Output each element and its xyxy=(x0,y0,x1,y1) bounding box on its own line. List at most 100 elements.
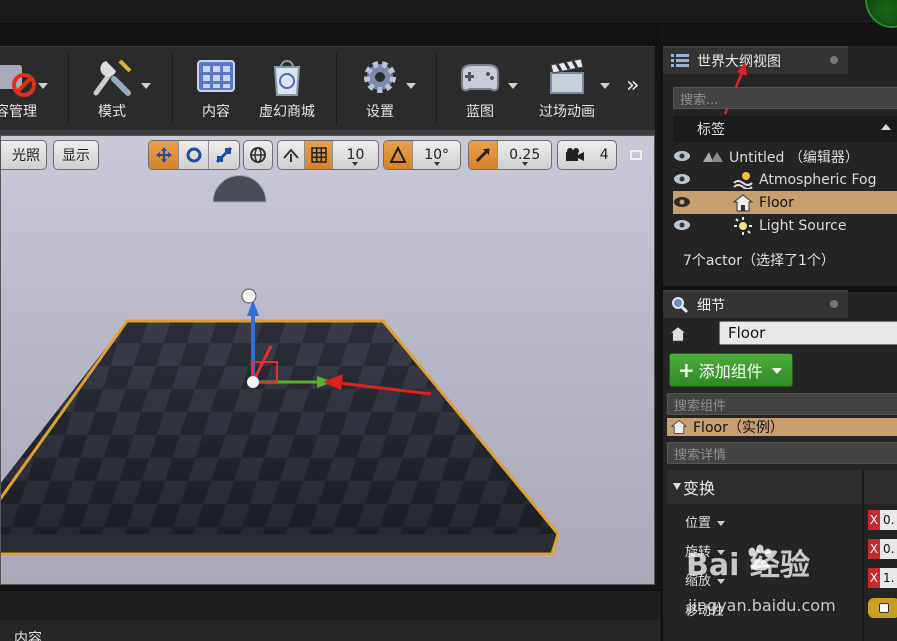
eye-icon[interactable] xyxy=(673,173,691,185)
search-details-input[interactable]: 搜索详情 xyxy=(667,442,897,464)
camera-speed-button[interactable]: 4 xyxy=(557,140,617,170)
rotation-snap-value: 10° xyxy=(424,147,450,163)
marketplace-icon xyxy=(273,60,301,96)
camera-icon xyxy=(566,148,585,161)
x-axis-label: X xyxy=(868,510,880,530)
toolbar-label: 过场动画 xyxy=(539,104,595,120)
watermark-url: jingyan.baidu.com xyxy=(688,596,836,615)
blueprint-icon xyxy=(461,64,499,92)
main-toolbar: 容管理 模式 内容 虚幻商城 设置 蓝图 过场动画 » xyxy=(0,46,655,130)
grid-icon xyxy=(310,147,327,163)
eye-icon[interactable] xyxy=(673,196,691,208)
directional-light-icon xyxy=(734,216,752,235)
location-property-label[interactable]: 位置 xyxy=(685,512,726,531)
rotation-snap-toggle[interactable] xyxy=(384,141,414,169)
chevron-down-icon[interactable] xyxy=(38,83,48,89)
rotation-snap-dropdown[interactable]: 10° xyxy=(413,141,460,169)
move-icon xyxy=(155,147,172,163)
lit-mode-label: 光照 xyxy=(12,148,40,164)
chevron-down-icon xyxy=(717,521,726,526)
outliner-row-label: Floor xyxy=(759,194,794,211)
toolbar-blueprint-button[interactable]: 蓝图 xyxy=(450,47,510,131)
toolbar-label: 内容 xyxy=(202,104,230,120)
world-local-toggle[interactable] xyxy=(243,140,273,170)
close-icon[interactable] xyxy=(830,300,838,308)
add-component-label: 添加组件 xyxy=(698,362,763,381)
eye-icon[interactable] xyxy=(673,219,691,231)
toolbar-content-manage-button[interactable]: 容管理 xyxy=(0,47,46,131)
actor-name-input[interactable]: Floor xyxy=(719,321,897,345)
toolbar-marketplace-button[interactable]: 虚幻商城 xyxy=(254,47,320,131)
sort-ascending-icon xyxy=(881,124,891,130)
baidu-watermark: Bai 经验 jingyan.baidu.com xyxy=(686,540,896,620)
collapse-arrow-icon xyxy=(673,483,681,490)
toolbar-label: 蓝图 xyxy=(466,104,494,120)
outliner-column-header[interactable]: 标签 xyxy=(673,116,897,142)
static-mesh-icon xyxy=(671,420,687,434)
toolbar-cinematics-button[interactable]: 过场动画 xyxy=(532,47,602,131)
outliner-row[interactable]: Atmospheric Fog xyxy=(673,168,897,191)
chevron-down-icon xyxy=(772,368,782,374)
chevron-down-icon[interactable] xyxy=(141,83,151,89)
transform-mode-group xyxy=(148,140,240,170)
toolbar-settings-button[interactable]: 设置 xyxy=(350,47,410,131)
scale-snap-group: 0.25 xyxy=(468,140,552,170)
chevron-down-icon[interactable] xyxy=(508,83,518,89)
outliner-row-label: Untitled （编辑器） xyxy=(729,149,859,166)
tab-strip xyxy=(0,24,661,46)
content-browser-tab[interactable]: 内容 xyxy=(0,620,661,641)
toolbar-content-button[interactable]: 内容 xyxy=(186,47,246,131)
chevron-down-icon xyxy=(521,162,528,166)
rotate-icon xyxy=(186,147,201,163)
grid-size-value: 10 xyxy=(346,147,365,163)
maximize-viewport-icon[interactable] xyxy=(630,150,642,160)
outliner-row-selected[interactable]: Floor xyxy=(673,191,897,214)
toolbar-separator xyxy=(68,53,69,125)
viewport-footer xyxy=(0,590,661,620)
scale-mode-button[interactable] xyxy=(209,141,239,169)
grid-size-dropdown[interactable]: 10 xyxy=(333,141,378,169)
scale-snap-toggle[interactable] xyxy=(469,141,499,169)
eye-icon[interactable] xyxy=(673,150,691,162)
outliner-row-label: Light Source xyxy=(759,217,847,234)
outliner-row[interactable]: Untitled （编辑器） xyxy=(673,145,897,168)
property-label: 位置 xyxy=(685,516,712,531)
add-component-button[interactable]: + 添加组件 xyxy=(669,353,793,387)
level-viewport[interactable]: 光照 显示 10 10° 0.25 4 xyxy=(0,135,655,585)
settings-icon xyxy=(364,61,396,93)
show-flags-button[interactable]: 显示 xyxy=(53,140,99,170)
outliner-search-input[interactable]: 搜索... xyxy=(673,87,897,109)
close-icon[interactable] xyxy=(830,56,838,64)
tab-world-outliner[interactable]: 世界大纲视图 xyxy=(663,46,848,74)
toolbar-label: 设置 xyxy=(366,104,394,120)
component-row-selected[interactable]: Floor（实例） xyxy=(667,418,897,436)
translate-mode-button[interactable] xyxy=(149,141,179,169)
fog-icon xyxy=(733,171,753,189)
transform-section-title: 变换 xyxy=(683,479,716,498)
scale-snap-icon xyxy=(476,147,491,163)
rotate-mode-button[interactable] xyxy=(179,141,209,169)
outliner-row-label: Atmospheric Fog xyxy=(759,171,877,188)
chevron-down-icon[interactable] xyxy=(600,83,610,89)
details-title: 细节 xyxy=(697,298,725,314)
static-mesh-icon xyxy=(669,326,687,342)
search-components-placeholder: 搜索组件 xyxy=(674,398,727,414)
search-components-input[interactable]: 搜索组件 xyxy=(667,393,897,415)
outliner-search-placeholder: 搜索... xyxy=(680,92,719,108)
toolbar-overflow-button[interactable]: » xyxy=(626,73,640,98)
location-x-input[interactable]: 0. xyxy=(880,510,897,530)
lit-mode-button[interactable]: 光照 xyxy=(1,140,47,170)
label-column-title: 标签 xyxy=(697,122,725,138)
chevron-down-icon xyxy=(433,162,440,166)
chevron-down-icon xyxy=(352,162,359,166)
scale-snap-dropdown[interactable]: 0.25 xyxy=(498,141,551,169)
surface-snap-button[interactable] xyxy=(278,141,306,169)
component-row-label: Floor（实例） xyxy=(693,420,784,436)
grid-snap-group: 10 xyxy=(277,140,379,170)
toolbar-modes-button[interactable]: 模式 xyxy=(82,47,142,131)
chevron-down-icon[interactable] xyxy=(406,83,416,89)
grid-snap-toggle[interactable] xyxy=(305,141,333,169)
outliner-row[interactable]: Light Source xyxy=(673,214,897,237)
tab-details[interactable]: 细节 xyxy=(663,290,848,318)
gizmo-pivot xyxy=(247,376,259,388)
